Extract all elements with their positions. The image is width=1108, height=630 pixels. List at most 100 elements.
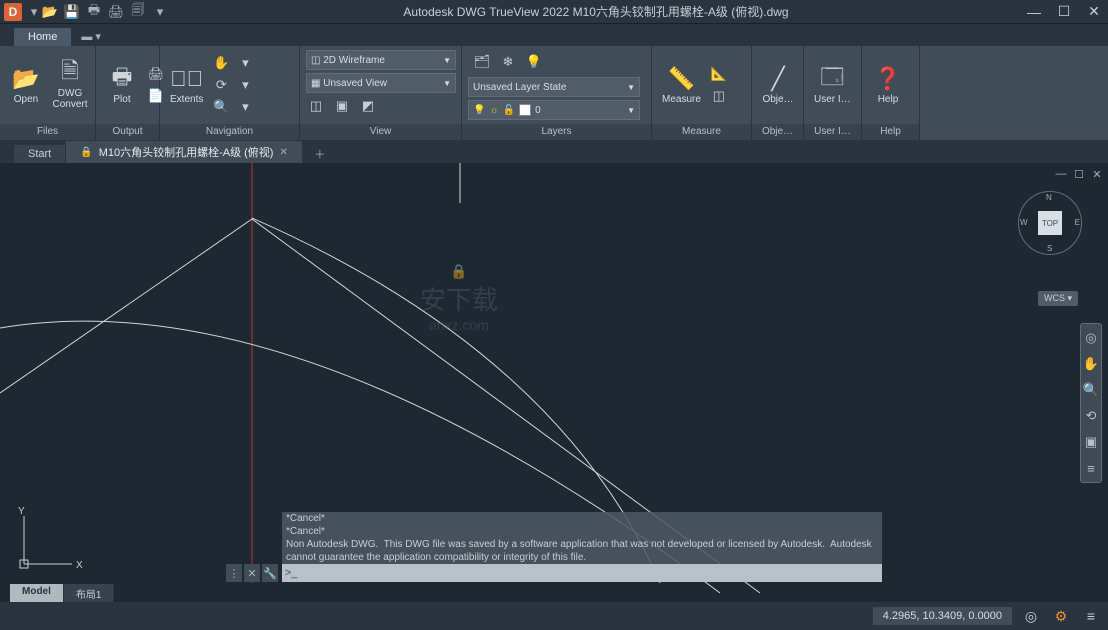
zoom-window-icon[interactable]: ▾ [235, 53, 255, 73]
steering-wheel-icon[interactable]: ◎ [1081, 328, 1101, 348]
cmd-customize-icon[interactable]: 🔧 [262, 564, 278, 582]
app-menu-arrow-icon[interactable]: ▾ [26, 4, 42, 20]
panel-help: ❓ Help Help [862, 46, 920, 140]
objects-button[interactable]: ╱ Obje… [758, 64, 798, 107]
hardware-accel-icon[interactable]: ⚙ [1050, 605, 1072, 627]
viewcube-top-face[interactable]: TOP [1038, 211, 1062, 235]
layer-color-swatch [519, 104, 531, 116]
layer-state-dropdown[interactable]: Unsaved Layer State ▼ [468, 77, 640, 97]
panel-files-label: Files [0, 124, 95, 140]
viewcube-north[interactable]: N [1046, 193, 1052, 202]
open-icon[interactable]: 📂 [42, 4, 58, 20]
layer-off-icon[interactable]: 💡 [524, 52, 544, 72]
close-button[interactable]: ✕ [1084, 2, 1104, 22]
user-interface-button[interactable]: 🗔 User I… [810, 64, 855, 107]
minimize-button[interactable]: — [1024, 2, 1044, 22]
layer-name: 0 [535, 105, 541, 116]
layer-props-icon[interactable]: 🗂 [472, 52, 492, 72]
save-icon[interactable]: 💾 [64, 4, 80, 20]
layer-freeze-icon[interactable]: ❄ [498, 52, 518, 72]
isolate-objects-icon[interactable]: ◎ [1020, 605, 1042, 627]
qat-more-arrow-icon[interactable]: ▾ [152, 4, 168, 20]
showmotion-icon[interactable]: ▣ [1081, 432, 1101, 452]
command-input[interactable] [300, 568, 882, 579]
cmd-line: *Cancel* [286, 512, 878, 525]
viewcube-south[interactable]: S [1047, 244, 1052, 253]
layout-tab-model[interactable]: Model [10, 584, 64, 602]
help-label: Help [878, 94, 899, 105]
cmd-line: Non Autodesk DWG. This DWG file was save… [286, 538, 878, 564]
help-button[interactable]: ❓ Help [868, 64, 908, 107]
layout-tab-1[interactable]: 布局1 [64, 584, 115, 602]
printer-icon: 🖶 [106, 66, 138, 92]
chevron-down-icon: ▼ [627, 106, 635, 115]
panel-help-label: Help [862, 124, 919, 140]
viewcube-east[interactable]: E [1075, 218, 1080, 227]
plot-preview-icon[interactable]: 🖨 [108, 4, 124, 20]
print-icon[interactable]: 🖶 [86, 4, 102, 20]
named-view-dropdown[interactable]: ▦ Unsaved View ▼ [306, 73, 456, 93]
viewcube-west[interactable]: W [1020, 218, 1028, 227]
command-history: *Cancel* *Cancel* Non Autodesk DWG. This… [282, 512, 882, 564]
extents-button[interactable]: ✕⃝ Extents [166, 64, 207, 107]
lock-open-icon: 🔓 [503, 105, 515, 116]
active-doc-name: M10六角头铰制孔用螺栓-A级 (俯视) [99, 144, 274, 160]
area-icon[interactable]: ◫ [709, 86, 729, 106]
drawing-canvas[interactable]: 🔒 安下载 anxz.com — ☐ ✕ N S E W TOP WCS ▾ ◎… [0, 163, 1108, 602]
chevron-down-icon: ▼ [443, 79, 451, 88]
cmd-prompt-icon: >_ [282, 567, 300, 579]
tab-home[interactable]: Home [14, 28, 71, 46]
canvas-minimize-icon[interactable]: — [1054, 167, 1068, 181]
panel-ui-label: User I… [804, 124, 861, 140]
tab-start[interactable]: Start [14, 145, 66, 163]
cmd-line: *Cancel* [286, 525, 878, 538]
view-cube-icon[interactable]: ◩ [358, 96, 378, 116]
measure-button[interactable]: 📏 Measure [658, 64, 705, 107]
visual-style-dropdown[interactable]: ◫ 2D Wireframe ▼ [306, 50, 456, 70]
zoom-nav-icon[interactable]: 🔍 [1081, 380, 1101, 400]
tab-active-document[interactable]: 🔒 M10六角头铰制孔用螺栓-A级 (俯视) ✕ [66, 141, 303, 163]
navbar-expand-icon[interactable]: ≡ [1081, 458, 1101, 478]
open-button[interactable]: 📂 Open [6, 64, 46, 107]
customize-status-icon[interactable]: ≡ [1080, 605, 1102, 627]
pan-nav-icon[interactable]: ✋ [1081, 354, 1101, 374]
distance-icon[interactable]: 📐 [709, 64, 729, 84]
panel-measure-label: Measure [652, 124, 751, 140]
cmd-drag-icon[interactable]: ⋮ [226, 564, 242, 582]
canvas-maximize-icon[interactable]: ☐ [1072, 167, 1086, 181]
zoom-realtime-icon[interactable]: 🔍 [211, 97, 231, 117]
windows-icon: 🗔 [816, 66, 848, 92]
orbit-icon[interactable]: ⟳ [211, 75, 231, 95]
panel-view-label: View [300, 124, 461, 140]
add-tab-button[interactable]: ＋ [309, 145, 331, 163]
wcs-badge[interactable]: WCS ▾ [1038, 291, 1078, 306]
window-controls: — ☐ ✕ [1024, 2, 1104, 22]
viewcube[interactable]: N S E W TOP [1018, 191, 1082, 255]
command-input-row: >_ [282, 564, 882, 582]
maximize-button[interactable]: ☐ [1054, 2, 1074, 22]
panel-navigation: ✕⃝ Extents ✋ ⟳ 🔍 ▾ ▾ ▾ Navigation [160, 46, 300, 140]
lock-icon: 🔒 [80, 147, 92, 158]
view-manager-icon[interactable]: ◫ [306, 96, 326, 116]
viewport-icon[interactable]: ▣ [332, 96, 352, 116]
pan-icon[interactable]: ✋ [211, 53, 231, 73]
publish-icon[interactable]: 🗐 [130, 4, 146, 20]
layer-state-value: Unsaved Layer State [473, 82, 566, 93]
tab-extra[interactable]: ▬ ▾ [71, 27, 111, 46]
plot-button[interactable]: 🖶 Plot [102, 64, 142, 107]
canvas-close-icon[interactable]: ✕ [1090, 167, 1104, 181]
measure-label: Measure [662, 94, 701, 105]
steering-wheel-icon[interactable]: ▾ [235, 97, 255, 117]
svg-text:Y: Y [18, 506, 25, 517]
dwg-convert-button[interactable]: 🗎 DWG Convert [50, 58, 90, 112]
orbit-nav-icon[interactable]: ⟲ [1081, 406, 1101, 426]
panel-output: 🖶 Plot 🖨 📄 Output [96, 46, 160, 140]
titlebar: D ▾ 📂 💾 🖶 🖨 🗐 ▾ Autodesk DWG TrueView 20… [0, 0, 1108, 24]
current-layer-dropdown[interactable]: 💡 ☼ 🔓 0 ▼ [468, 100, 640, 120]
close-tab-icon[interactable]: ✕ [279, 147, 287, 158]
panel-layers: 🗂 ❄ 💡 Unsaved Layer State ▼ 💡 ☼ 🔓 0 ▼ La… [462, 46, 652, 140]
cmd-close-icon[interactable]: ✕ [244, 564, 260, 582]
chevron-down-icon: ▼ [443, 56, 451, 65]
help-icon: ❓ [872, 66, 904, 92]
zoom-previous-icon[interactable]: ▾ [235, 75, 255, 95]
